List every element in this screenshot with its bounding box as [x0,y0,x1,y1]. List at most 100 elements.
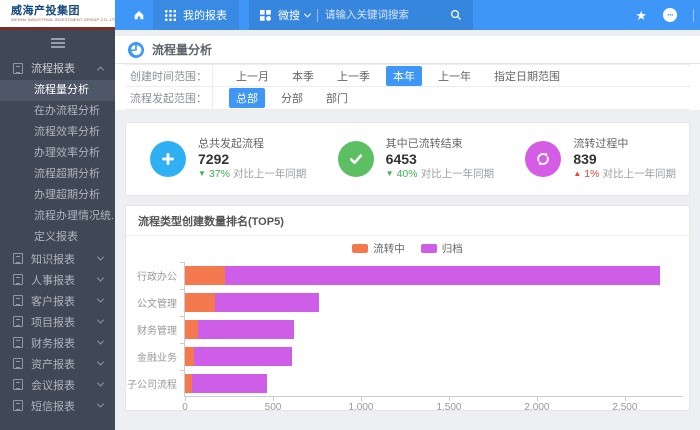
page-header: 流程量分析 [115,36,700,64]
quick-search-dropdown[interactable]: 微搜 [278,7,310,23]
sync-icon [525,141,561,177]
trend-text: 对比上一年同期 [602,168,676,181]
stats-panel: 总共发起流程 7292 ▼ 37% 对比上一年同期 其中已流转结束 6453 [125,122,690,196]
top-right-actions: ★ ··· [635,8,700,22]
filter-row-time-range: 创建时间范围： 上一月 本季 上一季 本年 上一年 指定日期范围 [125,64,690,87]
stat-in-progress: 流转过程中 839 ▲ 1% 对比上一年同期 [501,138,689,181]
filter-row-scope: 流程发起范围： 总部 分部 部门 [125,87,690,110]
sidebar-item-handling-overdue-analysis[interactable]: 办理超期分析 [0,185,115,206]
x-axis-tick [185,396,186,401]
sidebar-item-flow-overdue-analysis[interactable]: 流程超期分析 [0,164,115,185]
x-axis-tick [449,396,450,401]
chevron-down-icon [97,296,104,303]
report-icon [13,253,23,264]
x-axis-tick-label: 500 [265,402,282,411]
hamburger-icon [51,38,65,48]
home-button[interactable] [125,0,153,30]
stacked-bar [185,374,683,393]
bar-segment [215,293,319,312]
sidebar-item-finance-reports[interactable]: 财务报表 [0,332,115,353]
bar-segment [185,347,194,366]
stat-trend: ▼ 40% 对比上一年同期 [386,168,494,181]
chevron-down-icon [97,275,104,282]
legend-swatch [352,244,368,253]
sidebar-item-knowledge-reports[interactable]: 知识报表 [0,248,115,269]
chevron-down-icon [97,254,104,261]
filter-option-last-month[interactable]: 上一月 [229,66,276,86]
legend-label: 归档 [442,241,463,256]
x-axis-tick [625,396,626,401]
y-axis-tick [180,262,185,263]
search-icon[interactable] [450,9,462,21]
sidebar-item-in-process-analysis[interactable]: 在办流程分析 [0,101,115,122]
quick-search-group: 微搜 [249,0,473,30]
app-window: 威海产投集团 WEIHAI INDUSTRIAL INVESTMENT GROU… [0,0,700,430]
chevron-down-icon [97,380,104,387]
trend-percent: 40% [397,168,418,181]
legend-swatch [421,244,437,253]
stat-trend: ▲ 1% 对比上一年同期 [573,168,676,181]
sidebar-item-customer-reports[interactable]: 客户报表 [0,290,115,311]
sidebar-item-hr-reports[interactable]: 人事报表 [0,269,115,290]
sidebar-item-label: 客户报表 [31,293,75,309]
sidebar-item-flow-volume-analysis[interactable]: 流程量分析 [0,80,115,101]
filter-option-last-year[interactable]: 上一年 [431,66,478,86]
bar-segment [225,266,660,285]
bar-segment [192,374,267,393]
main-content: 流程量分析 创建时间范围： 上一月 本季 上一季 本年 上一年 指定日期范围 流… [115,30,700,430]
sidebar-item-flow-handling-status[interactable]: 流程办理情况统... [0,206,115,227]
legend-item-archived[interactable]: 归档 [421,241,463,256]
stacked-bar [185,266,683,285]
chart-plot: 行政办公公文管理财务管理金融业务子公司流程05001,0001,5002,000… [184,262,683,397]
x-axis-tick-label: 1,500 [436,402,461,411]
sidebar-item-handling-efficiency-analysis[interactable]: 办理效率分析 [0,143,115,164]
filter-option-this-year[interactable]: 本年 [386,66,422,86]
x-axis-tick [537,396,538,401]
chevron-down-icon [97,338,104,345]
sidebar-item-sms-reports[interactable]: 短信报表 [0,395,115,416]
filter-option-branch[interactable]: 分部 [274,88,310,108]
filter-option-headquarters[interactable]: 总部 [229,88,265,108]
report-icon [13,400,23,411]
chart-row: 公文管理 [185,289,683,316]
favorite-star-icon[interactable]: ★ [635,9,647,22]
filter-option-date-range[interactable]: 指定日期范围 [487,66,567,86]
filter-option-department[interactable]: 部门 [319,88,355,108]
chart-title: 流程类型创建数量排名(TOP5) [126,206,689,236]
sidebar-item-label: 项目报表 [31,314,75,330]
report-icon [13,63,23,74]
category-label: 子公司流程 [125,376,177,391]
search-input[interactable] [325,9,443,21]
legend-item-in-transit[interactable]: 流转中 [352,241,405,256]
company-logo[interactable]: 威海产投集团 WEIHAI INDUSTRIAL INVESTMENT GROU… [0,0,115,30]
tab-label: 我的报表 [183,7,227,23]
bar-segment [185,320,198,339]
report-icon [13,295,23,306]
stat-total-processes: 总共发起流程 7292 ▼ 37% 对比上一年同期 [126,138,314,181]
stat-value: 839 [573,151,676,168]
stacked-bar [185,293,683,312]
sidebar-item-custom-reports[interactable]: 定义报表 [0,227,115,248]
sidebar-collapse-button[interactable] [0,30,115,56]
sidebar-item-asset-reports[interactable]: 资产报表 [0,353,115,374]
sidebar-item-meeting-reports[interactable]: 会议报表 [0,374,115,395]
sidebar-item-flow-efficiency-analysis[interactable]: 流程效率分析 [0,122,115,143]
tab-my-reports[interactable]: 我的报表 [153,0,239,30]
more-icon[interactable]: ··· [663,8,677,22]
sidebar-item-label: 财务报表 [31,335,75,351]
sidebar-item-project-reports[interactable]: 项目报表 [0,311,115,332]
sidebar-item-process-reports[interactable]: 流程报表 [0,56,115,80]
filter-option-last-quarter[interactable]: 上一季 [330,66,377,86]
logo-title: 威海产投集团 [11,5,118,17]
report-icon [13,358,23,369]
chevron-down-icon [97,359,104,366]
stat-value: 7292 [198,151,306,168]
chart-legend: 流转中 归档 [126,240,689,256]
bar-segment [185,374,192,393]
x-axis-tick-label: 1,000 [348,402,373,411]
chart-row: 金融业务 [185,343,683,370]
filter-option-this-quarter[interactable]: 本季 [285,66,321,86]
stacked-bar [185,347,683,366]
sidebar-section-label: 流程报表 [31,60,75,76]
sidebar: 流程报表 流程量分析 在办流程分析 流程效率分析 办理效率分析 流程超期分析 办… [0,30,115,430]
